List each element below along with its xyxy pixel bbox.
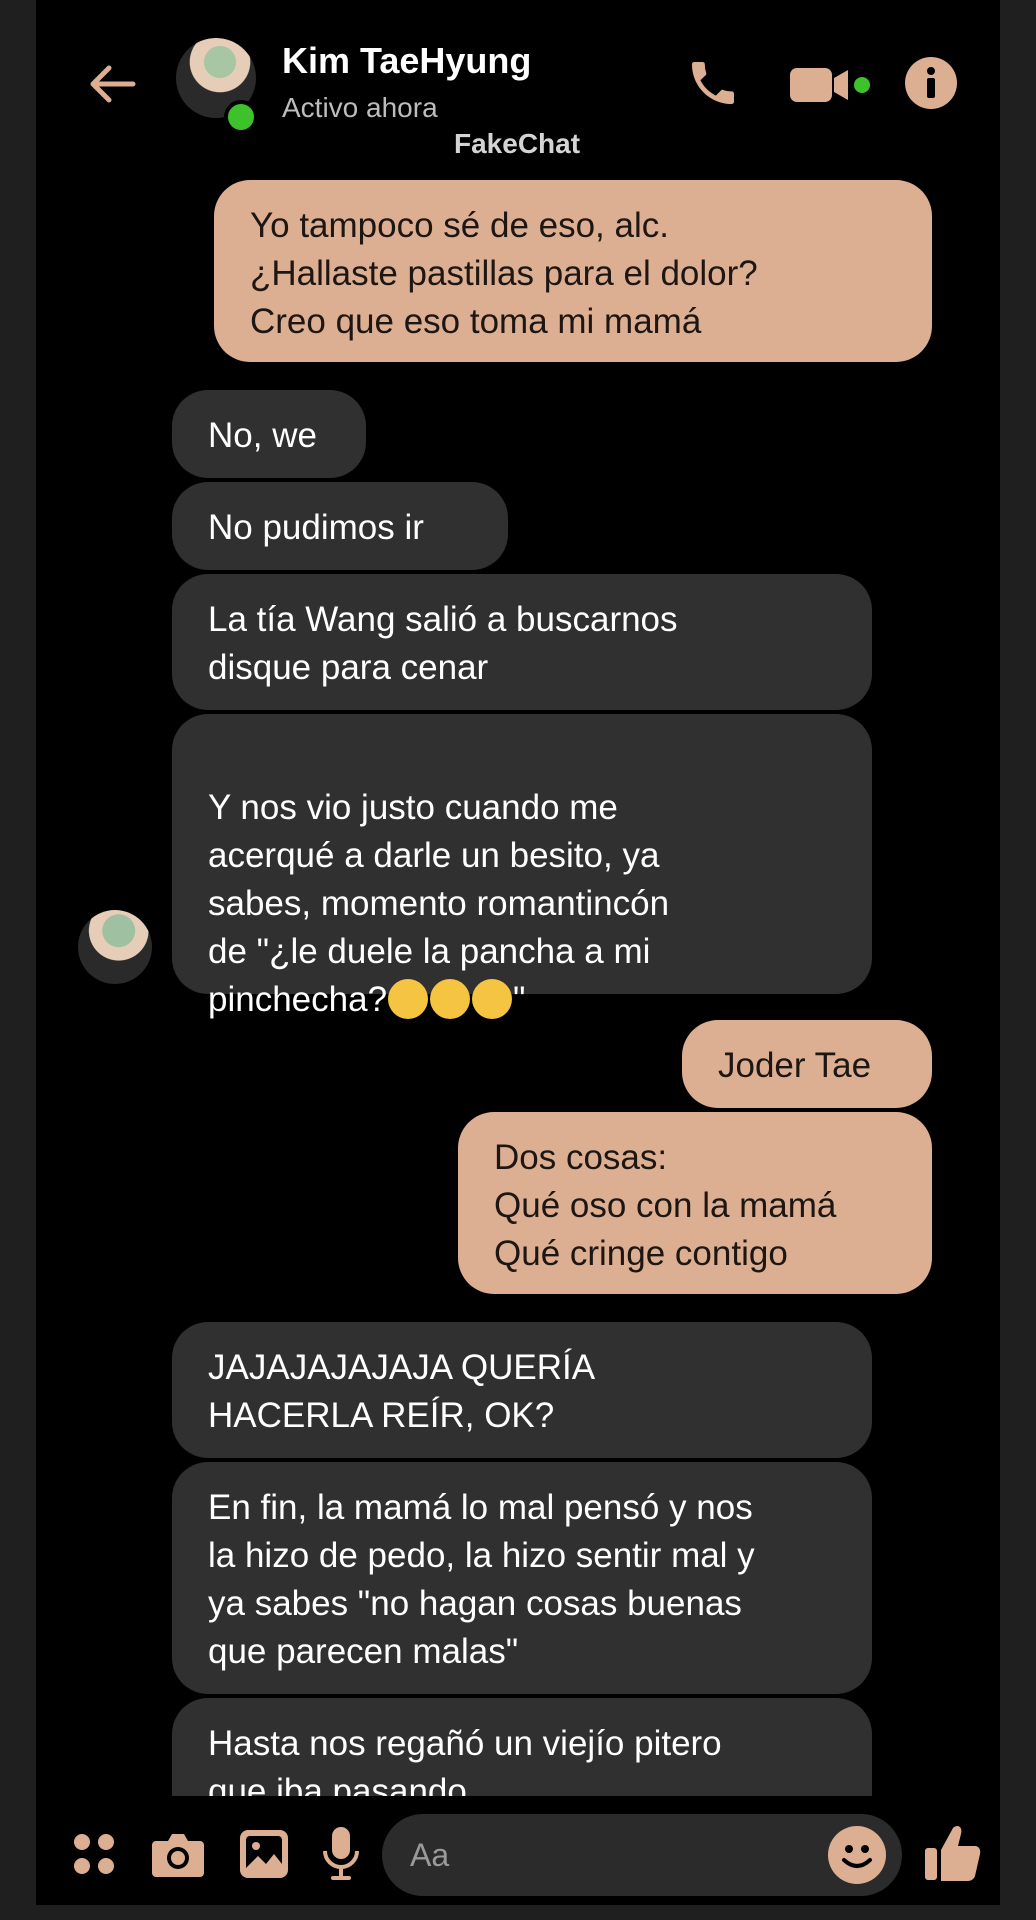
menu-dots-icon[interactable] [66,1826,122,1882]
image-icon[interactable] [234,1826,294,1882]
info-icon[interactable] [898,50,964,116]
message-outgoing[interactable]: Yo tampoco sé de eso, alc. ¿Hallaste pas… [214,180,932,362]
contact-name[interactable]: Kim TaeHyung [282,40,531,82]
camera-icon[interactable] [148,1826,208,1882]
message-incoming[interactable]: Y nos vio justo cuando me acerqué a darl… [172,714,872,1019]
message-input-placeholder: Aa [410,1836,450,1873]
message-incoming[interactable]: La tía Wang salió a buscarnos disque par… [172,574,872,710]
thumbs-up-icon[interactable] [920,1818,986,1888]
pleading-face-emoji [430,978,471,1019]
phone-icon[interactable] [680,50,746,116]
chat-header: Kim TaeHyung Activo ahora FakeChat [36,0,1000,165]
pleading-face-emoji [388,978,429,1019]
message-incoming[interactable]: No pudimos ir [172,482,508,570]
message-outgoing[interactable]: Joder Tae [682,1020,932,1108]
online-status-dot [224,100,258,134]
microphone-icon[interactable] [318,1824,364,1884]
chat-screen: Kim TaeHyung Activo ahora FakeChat Yo ta… [36,0,1000,1905]
message-outgoing[interactable]: Dos cosas: Qué oso con la mamá Qué cring… [458,1112,932,1294]
pleading-face-emoji [472,978,513,1019]
message-incoming[interactable]: En fin, la mamá lo mal pensó y nos la hi… [172,1462,872,1694]
message-incoming[interactable]: JAJAJAJAJAJA QUERÍA HACERLA REÍR, OK? [172,1322,872,1458]
emoji-icon[interactable] [828,1826,886,1884]
video-camera-icon[interactable] [788,54,878,114]
back-arrow-icon[interactable] [80,52,144,116]
message-text: " [513,980,526,1019]
fakechat-watermark: FakeChat [454,128,581,159]
message-input[interactable]: Aa [382,1814,902,1896]
contact-small-avatar[interactable] [78,910,152,984]
composer-bar: Aa [36,1796,1000,1905]
message-incoming[interactable]: No, we [172,390,366,478]
contact-status: Activo ahora [282,92,438,123]
